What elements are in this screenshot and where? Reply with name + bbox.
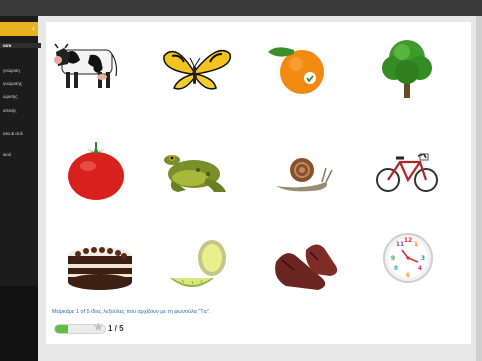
- top-bar: [0, 0, 482, 16]
- grid-item-bicycle[interactable]: [350, 126, 454, 218]
- svg-text:12: 12: [404, 237, 412, 244]
- grid-item-clock[interactable]: 12 3 6 9 1 11 4 8: [350, 222, 454, 314]
- svg-text:9: 9: [391, 255, 395, 262]
- svg-text:11: 11: [396, 241, 404, 248]
- sidebar: ‹ ασκ γνώριση γνώρισης ώρισης ιστικής ατ…: [0, 16, 41, 361]
- svg-text:3: 3: [421, 255, 425, 262]
- sidebar-item-2[interactable]: γνώρισης: [3, 81, 37, 86]
- chevron-left-icon[interactable]: ‹: [32, 23, 35, 33]
- grid-item-melon[interactable]: [142, 222, 246, 314]
- sidebar-item-6[interactable]: ικού: [3, 152, 37, 157]
- scrollbar[interactable]: [476, 16, 482, 361]
- grid-item-tree[interactable]: [350, 22, 454, 114]
- svg-text:4: 4: [418, 265, 422, 272]
- frog-icon: [164, 155, 226, 192]
- clock-icon: 12 3 6 9 1 11 4 8: [383, 233, 433, 283]
- tree-icon: [382, 40, 432, 98]
- bicycle-icon: [376, 153, 438, 192]
- svg-text:6: 6: [406, 272, 410, 279]
- grid-item-butterfly[interactable]: [142, 22, 246, 114]
- question-text: Μαρκάρε 1 of 5 ίδιες λεξούλες που αρχίζο…: [52, 309, 211, 315]
- grid-item-tomato[interactable]: [38, 126, 142, 218]
- sidebar-accent: ‹: [0, 22, 38, 36]
- orange-icon: [268, 47, 324, 94]
- cake-icon: [68, 247, 132, 290]
- svg-text:1: 1: [414, 241, 418, 248]
- star-icon: ★: [93, 320, 104, 334]
- sidebar-footer: [0, 286, 38, 361]
- sidebar-item-0[interactable]: ασκ: [0, 43, 41, 48]
- grid-item-cow[interactable]: [38, 22, 142, 114]
- progress-counter: 1 / 5: [108, 324, 124, 333]
- tomato-icon: [68, 142, 124, 200]
- sidebar-item-4[interactable]: ιστικής: [3, 108, 37, 113]
- melon-icon: [170, 240, 226, 287]
- snail-icon: [276, 158, 333, 192]
- svg-text:8: 8: [394, 265, 398, 272]
- grid-item-shoes[interactable]: [246, 222, 350, 314]
- butterfly-icon: [163, 49, 232, 90]
- sidebar-item-3[interactable]: ώρισης: [3, 94, 37, 99]
- shoes-icon: [275, 244, 338, 290]
- sidebar-item-1[interactable]: γνώριση: [3, 68, 37, 73]
- cow-icon: [54, 43, 118, 88]
- grid-item-snail[interactable]: [246, 126, 350, 218]
- sidebar-item-5[interactable]: ατα & συλ: [3, 131, 37, 136]
- grid-item-cake[interactable]: [38, 222, 142, 314]
- grid-item-orange[interactable]: [246, 22, 350, 114]
- progress-fill: [55, 325, 68, 333]
- grid-item-frog[interactable]: [142, 126, 246, 218]
